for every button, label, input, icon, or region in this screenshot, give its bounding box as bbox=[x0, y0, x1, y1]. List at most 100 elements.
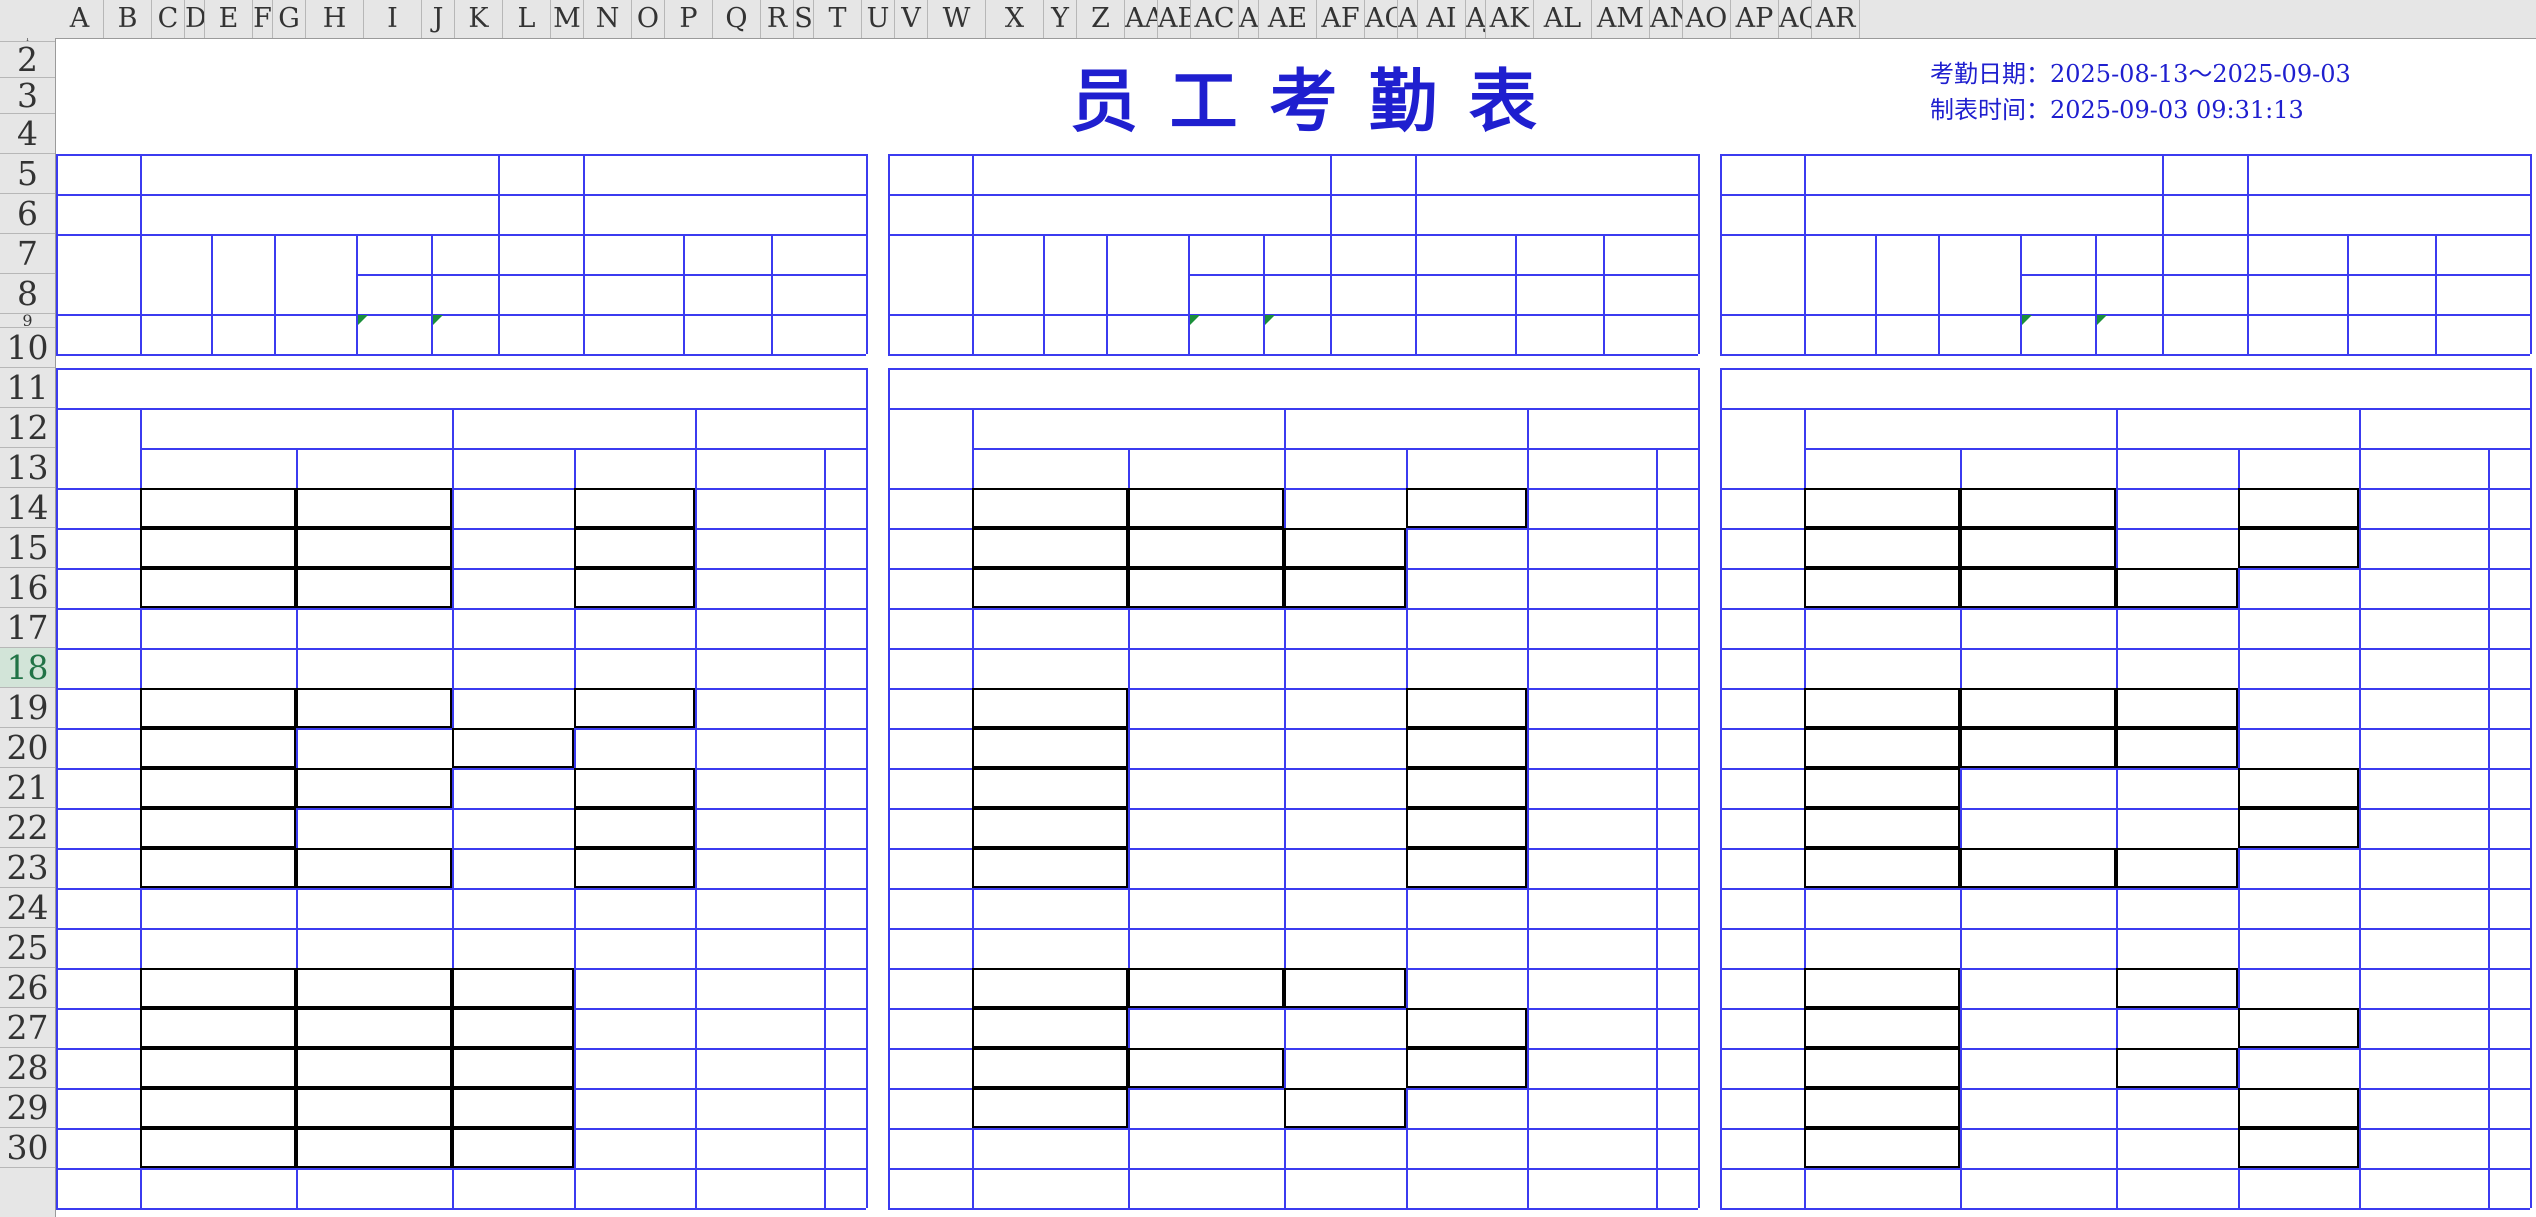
time-cell-pm-out[interactable] bbox=[2238, 1008, 2359, 1048]
time-cell-pm-in[interactable] bbox=[452, 808, 574, 848]
time-cell-ot-out[interactable] bbox=[2488, 728, 2530, 768]
time-cell-am-in[interactable] bbox=[972, 928, 1128, 968]
time-cell-pm-in[interactable] bbox=[452, 848, 574, 888]
time-cell-ot-out[interactable] bbox=[2488, 1088, 2530, 1128]
time-cell-pm-out[interactable] bbox=[2238, 928, 2359, 968]
time-cell-pm-out[interactable] bbox=[1406, 1128, 1527, 1168]
time-cell-pm-in[interactable] bbox=[1284, 1168, 1406, 1208]
time-cell-am-in[interactable] bbox=[140, 568, 296, 608]
time-cell-pm-out[interactable] bbox=[574, 968, 695, 1008]
time-cell-ot-out[interactable] bbox=[1656, 808, 1698, 848]
time-cell-ot-in[interactable] bbox=[2359, 768, 2488, 808]
column-header-z[interactable]: Z bbox=[1077, 0, 1125, 38]
time-cell-am-out[interactable] bbox=[1128, 688, 1284, 728]
time-cell-pm-in[interactable] bbox=[1284, 528, 1406, 568]
time-cell-pm-in[interactable] bbox=[452, 728, 574, 768]
column-header-ar[interactable]: AR bbox=[1812, 0, 1860, 38]
time-cell-ot-in[interactable] bbox=[695, 688, 824, 728]
time-cell-ot-in[interactable] bbox=[695, 968, 824, 1008]
time-cell-ot-out[interactable] bbox=[1656, 928, 1698, 968]
time-cell-pm-out[interactable] bbox=[1406, 608, 1527, 648]
time-cell-am-in[interactable] bbox=[1804, 488, 1960, 528]
time-cell-pm-in[interactable] bbox=[2116, 768, 2238, 808]
time-cell-ot-out[interactable] bbox=[1656, 568, 1698, 608]
time-cell-pm-out[interactable] bbox=[574, 1168, 695, 1208]
time-cell-am-in[interactable] bbox=[1804, 1168, 1960, 1208]
time-cell-ot-in[interactable] bbox=[2359, 608, 2488, 648]
row-header-22[interactable]: 22 bbox=[0, 808, 55, 848]
column-header-am[interactable]: AM bbox=[1592, 0, 1650, 38]
time-cell-ot-out[interactable] bbox=[2488, 768, 2530, 808]
time-cell-am-out[interactable] bbox=[1128, 848, 1284, 888]
time-cell-am-in[interactable] bbox=[140, 768, 296, 808]
time-cell-am-out[interactable] bbox=[1960, 488, 2116, 528]
time-cell-pm-out[interactable] bbox=[574, 528, 695, 568]
row-header-12[interactable]: 12 bbox=[0, 408, 55, 448]
time-cell-ot-in[interactable] bbox=[695, 568, 824, 608]
time-cell-pm-in[interactable] bbox=[2116, 848, 2238, 888]
time-cell-ot-out[interactable] bbox=[824, 768, 866, 808]
time-cell-pm-out[interactable] bbox=[1406, 648, 1527, 688]
row-header-28[interactable]: 28 bbox=[0, 1048, 55, 1088]
time-cell-ot-in[interactable] bbox=[695, 1048, 824, 1088]
time-cell-am-out[interactable] bbox=[296, 768, 452, 808]
row-header-24[interactable]: 24 bbox=[0, 888, 55, 928]
time-cell-am-out[interactable] bbox=[296, 568, 452, 608]
time-cell-am-out[interactable] bbox=[296, 488, 452, 528]
time-cell-pm-in[interactable] bbox=[452, 768, 574, 808]
time-cell-pm-out[interactable] bbox=[574, 768, 695, 808]
time-cell-am-out[interactable] bbox=[1960, 608, 2116, 648]
column-header-y[interactable]: Y bbox=[1044, 0, 1077, 38]
time-cell-pm-in[interactable] bbox=[2116, 688, 2238, 728]
time-cell-ot-in[interactable] bbox=[695, 728, 824, 768]
time-cell-am-in[interactable] bbox=[1804, 888, 1960, 928]
time-cell-ot-in[interactable] bbox=[2359, 968, 2488, 1008]
time-cell-ot-out[interactable] bbox=[1656, 648, 1698, 688]
time-cell-pm-in[interactable] bbox=[452, 1088, 574, 1128]
time-cell-pm-in[interactable] bbox=[1284, 1048, 1406, 1088]
time-cell-ot-in[interactable] bbox=[1527, 1088, 1656, 1128]
time-cell-am-out[interactable] bbox=[1128, 728, 1284, 768]
time-cell-ot-out[interactable] bbox=[2488, 688, 2530, 728]
time-cell-ot-out[interactable] bbox=[824, 608, 866, 648]
time-cell-am-in[interactable] bbox=[140, 968, 296, 1008]
row-header-30[interactable]: 30 bbox=[0, 1128, 55, 1168]
time-cell-pm-out[interactable] bbox=[2238, 608, 2359, 648]
time-cell-am-in[interactable] bbox=[972, 1168, 1128, 1208]
time-cell-pm-out[interactable] bbox=[2238, 1048, 2359, 1088]
time-cell-am-out[interactable] bbox=[1960, 568, 2116, 608]
time-cell-ot-out[interactable] bbox=[2488, 1168, 2530, 1208]
row-header-3[interactable]: 3 bbox=[0, 78, 55, 114]
time-cell-am-in[interactable] bbox=[140, 608, 296, 648]
time-cell-pm-out[interactable] bbox=[1406, 688, 1527, 728]
time-cell-ot-out[interactable] bbox=[824, 848, 866, 888]
time-cell-am-in[interactable] bbox=[1804, 568, 1960, 608]
column-header-ac[interactable]: AC bbox=[1191, 0, 1239, 38]
time-cell-ot-in[interactable] bbox=[695, 808, 824, 848]
column-header-an[interactable]: AN bbox=[1650, 0, 1683, 38]
time-cell-pm-out[interactable] bbox=[1406, 728, 1527, 768]
column-header-o[interactable]: O bbox=[632, 0, 665, 38]
worksheet[interactable]: 员 工 考 勤 表 考勤日期：2025-08-13～2025-09-03 制表时… bbox=[56, 38, 2536, 1217]
column-header-aq[interactable]: AQ bbox=[1779, 0, 1812, 38]
time-cell-am-out[interactable] bbox=[1128, 568, 1284, 608]
time-cell-am-out[interactable] bbox=[1960, 888, 2116, 928]
time-cell-pm-out[interactable] bbox=[2238, 768, 2359, 808]
time-cell-pm-out[interactable] bbox=[1406, 808, 1527, 848]
time-cell-pm-out[interactable] bbox=[574, 1128, 695, 1168]
time-cell-am-in[interactable] bbox=[1804, 1048, 1960, 1088]
time-cell-am-out[interactable] bbox=[296, 1048, 452, 1088]
row-header-14[interactable]: 14 bbox=[0, 488, 55, 528]
time-cell-pm-in[interactable] bbox=[2116, 1088, 2238, 1128]
time-cell-am-in[interactable] bbox=[972, 848, 1128, 888]
time-cell-ot-out[interactable] bbox=[1656, 968, 1698, 1008]
time-cell-am-out[interactable] bbox=[1960, 1008, 2116, 1048]
time-cell-ot-out[interactable] bbox=[824, 928, 866, 968]
time-cell-pm-out[interactable] bbox=[2238, 648, 2359, 688]
column-header-u[interactable]: U bbox=[862, 0, 895, 38]
time-cell-ot-out[interactable] bbox=[1656, 488, 1698, 528]
time-cell-pm-in[interactable] bbox=[1284, 1008, 1406, 1048]
time-cell-ot-out[interactable] bbox=[2488, 648, 2530, 688]
time-cell-pm-out[interactable] bbox=[574, 648, 695, 688]
time-cell-ot-out[interactable] bbox=[2488, 1008, 2530, 1048]
